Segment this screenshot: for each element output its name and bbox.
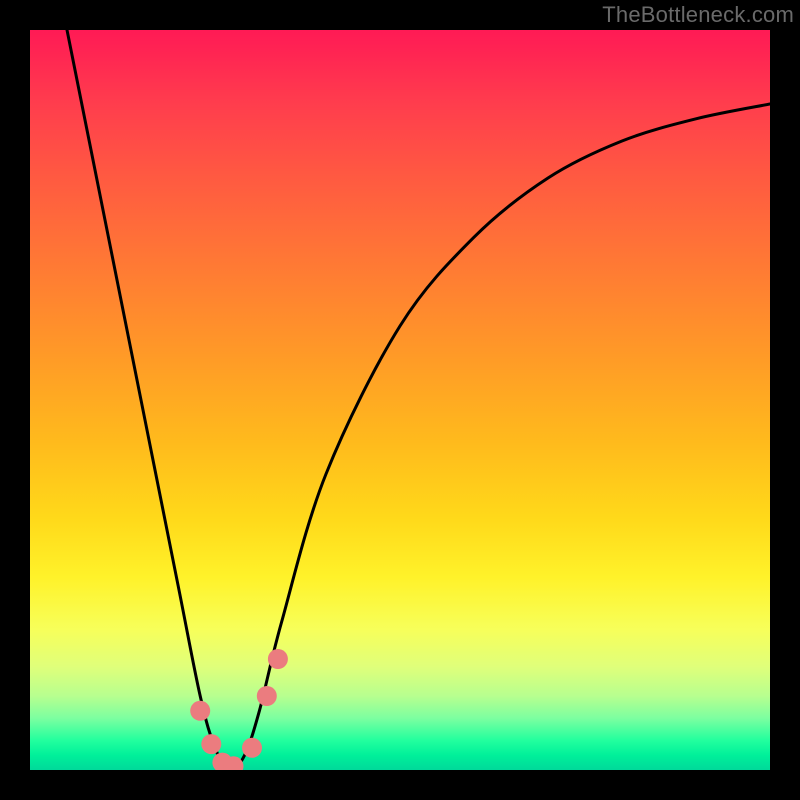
highlight-marker — [190, 701, 210, 721]
highlight-marker — [201, 734, 221, 754]
chart-frame: TheBottleneck.com — [0, 0, 800, 800]
curve-layer — [30, 30, 770, 770]
bottleneck-curve — [67, 30, 770, 770]
watermark-text: TheBottleneck.com — [602, 2, 794, 28]
highlight-marker — [242, 738, 262, 758]
highlight-marker — [268, 649, 288, 669]
plot-area — [30, 30, 770, 770]
highlight-marker — [257, 686, 277, 706]
